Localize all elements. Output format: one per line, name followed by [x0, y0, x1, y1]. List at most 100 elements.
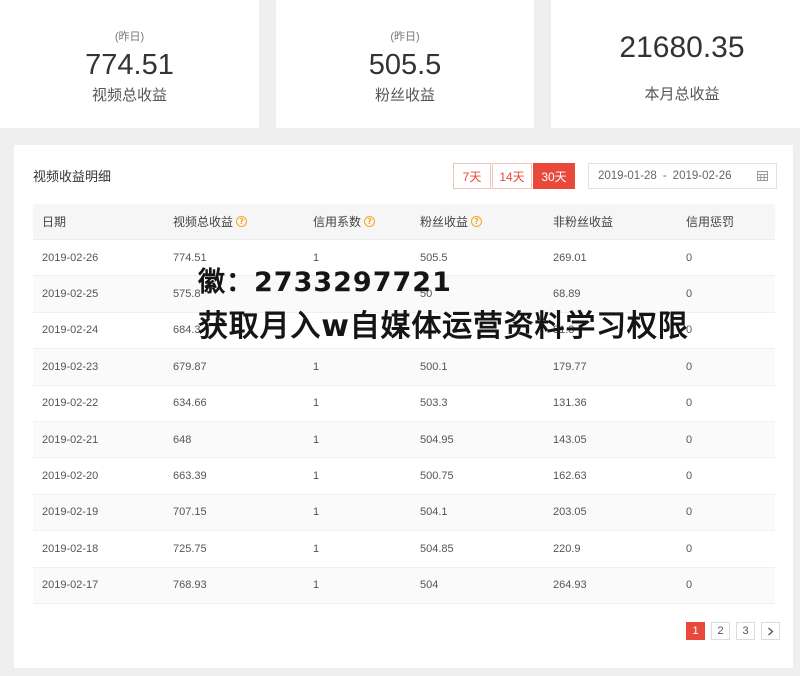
column-label: 信用系数	[313, 215, 362, 229]
column-header-non-fan-income: 非粉丝收益	[544, 204, 677, 239]
video-total-income-cell: 634.66	[173, 397, 207, 410]
chevron-right-icon	[768, 627, 774, 635]
watermark-contact: 徽：2733297721	[198, 267, 452, 298]
credit-coefficient-cell: 1	[313, 579, 320, 592]
date-range-filter: 7天 14天 30天	[453, 163, 575, 189]
credit-coefficient-cell: 1	[313, 542, 320, 555]
fan-income-cell: 504	[420, 579, 439, 592]
fan-income-cell: 504.85	[420, 542, 454, 555]
non-fan-income-cell: 162.63	[553, 470, 587, 483]
column-header-credit-penalty: 信用惩罚	[677, 204, 775, 239]
month-total-income-value: 21680.35	[619, 31, 745, 64]
income-detail-panel: 视频收益明细 7天 14天 30天 2019-01-28 - 2019-02-2…	[14, 145, 793, 668]
date-cell: 2019-02-24	[42, 324, 99, 337]
non-fan-income-cell: 264.93	[553, 579, 587, 592]
range-14-days-button[interactable]: 14天	[492, 163, 532, 189]
page-button-2[interactable]: 2	[711, 622, 730, 640]
credit-penalty-cell: 0	[686, 288, 693, 301]
fan-income-card: (昨日) 505.5 粉丝收益	[276, 0, 534, 128]
yesterday-tag: (昨日)	[114, 31, 145, 43]
credit-penalty-cell: 0	[686, 470, 693, 483]
date-cell: 2019-02-17	[42, 579, 99, 592]
pagination: 1 2 3	[686, 622, 780, 640]
credit-penalty-cell: 0	[686, 542, 693, 555]
question-circle-icon[interactable]	[471, 216, 483, 227]
table-row: 2019-02-20 663.39 1 500.75 162.63 0	[33, 458, 775, 495]
month-total-income-card: 21680.35 本月总收益	[551, 0, 800, 128]
table-row: 2019-02-17 768.93 1 504 264.93 0	[33, 567, 775, 604]
video-total-income-label: 视频总收益	[91, 87, 167, 104]
credit-penalty-cell: 0	[686, 251, 693, 264]
column-label: 视频总收益	[173, 215, 234, 229]
video-total-income-cell: 663.39	[173, 470, 207, 483]
credit-coefficient-cell: 1	[313, 433, 320, 446]
credit-penalty-cell: 0	[686, 324, 693, 337]
non-fan-income-cell: 269.01	[553, 251, 587, 264]
credit-coefficient-cell: 1	[313, 470, 320, 483]
fan-income-cell: 500.1	[420, 360, 448, 373]
date-cell: 2019-02-22	[42, 397, 99, 410]
date-range-end: 2019-02-26	[672, 170, 732, 182]
table-header: 日期 视频总收益 信用系数 粉丝收益 非粉丝收益 信用惩罚	[33, 204, 775, 240]
non-fan-income-cell: 68.89	[553, 288, 581, 301]
date-cell: 2019-02-21	[42, 433, 99, 446]
page-button-1[interactable]: 1	[686, 622, 705, 640]
date-cell: 2019-02-19	[42, 506, 99, 519]
non-fan-income-cell: 203.05	[553, 506, 587, 519]
fan-income-label: 粉丝收益	[374, 87, 435, 104]
credit-coefficient-cell: 1	[313, 506, 320, 519]
video-total-income-cell: 768.93	[173, 579, 207, 592]
credit-penalty-cell: 0	[686, 360, 693, 373]
table-row: 2019-02-18 725.75 1 504.85 220.9 0	[33, 531, 775, 568]
fan-income-cell: 503.3	[420, 397, 448, 410]
calendar-icon[interactable]	[757, 171, 768, 181]
date-cell: 2019-02-26	[42, 251, 99, 264]
video-total-income-cell: 707.15	[173, 506, 207, 519]
column-header-date: 日期	[33, 204, 164, 239]
table-row: 2019-02-21 648 1 504.95 143.05 0	[33, 421, 775, 459]
column-label: 粉丝收益	[420, 215, 469, 229]
video-total-income-card: (昨日) 774.51 视频总收益	[0, 0, 259, 128]
table-row: 2019-02-22 634.66 1 503.3 131.36 0	[33, 386, 775, 422]
credit-penalty-cell: 0	[686, 433, 693, 446]
column-label: 非粉丝收益	[553, 215, 614, 229]
next-page-button[interactable]	[761, 622, 780, 640]
date-cell: 2019-02-23	[42, 360, 99, 373]
yesterday-tag: (昨日)	[390, 31, 420, 43]
column-header-video-total-income: 视频总收益	[164, 204, 304, 239]
date-range-start: 2019-01-28	[598, 170, 657, 182]
column-label: 信用惩罚	[686, 215, 735, 229]
watermark-promo: 获取月入w自媒体运营资料学习权限	[198, 309, 689, 344]
panel-title: 视频收益明细	[33, 169, 112, 184]
credit-penalty-cell: 0	[686, 397, 693, 410]
column-header-fan-income: 粉丝收益	[411, 204, 544, 239]
fan-income-cell: 504.95	[420, 433, 454, 446]
range-7-days-button[interactable]: 7天	[453, 163, 491, 189]
table-row: 2019-02-19 707.15 1 504.1 203.05 0	[33, 494, 775, 532]
credit-coefficient-cell: 1	[313, 397, 320, 410]
date-range-separator: -	[662, 170, 667, 182]
credit-coefficient-cell: 1	[313, 360, 320, 373]
non-fan-income-cell: 220.9	[553, 542, 581, 555]
video-total-income-value: 774.51	[85, 49, 174, 81]
date-range-picker[interactable]: 2019-01-28 - 2019-02-26	[588, 163, 777, 189]
fan-income-cell: 504.1	[420, 506, 448, 519]
credit-penalty-cell: 0	[686, 579, 693, 592]
fan-income-value: 505.5	[368, 49, 442, 81]
non-fan-income-cell: 143.05	[553, 433, 587, 446]
page-button-3[interactable]: 3	[736, 622, 755, 640]
date-cell: 2019-02-20	[42, 470, 99, 483]
video-total-income-cell: 725.75	[173, 542, 207, 555]
question-circle-icon[interactable]	[236, 216, 248, 227]
video-total-income-cell: 648	[173, 433, 192, 446]
date-cell: 2019-02-25	[42, 288, 99, 301]
video-total-income-cell: 679.87	[173, 360, 207, 373]
range-30-days-button[interactable]: 30天	[533, 163, 575, 189]
date-cell: 2019-02-18	[42, 542, 99, 555]
column-label: 日期	[42, 215, 67, 229]
month-total-income-label: 本月总收益	[644, 86, 720, 103]
credit-penalty-cell: 0	[686, 506, 693, 519]
question-circle-icon[interactable]	[364, 216, 376, 227]
income-detail-table: 日期 视频总收益 信用系数 粉丝收益 非粉丝收益 信用惩罚 2019-02-26…	[33, 204, 775, 604]
non-fan-income-cell: 179.77	[553, 360, 587, 373]
